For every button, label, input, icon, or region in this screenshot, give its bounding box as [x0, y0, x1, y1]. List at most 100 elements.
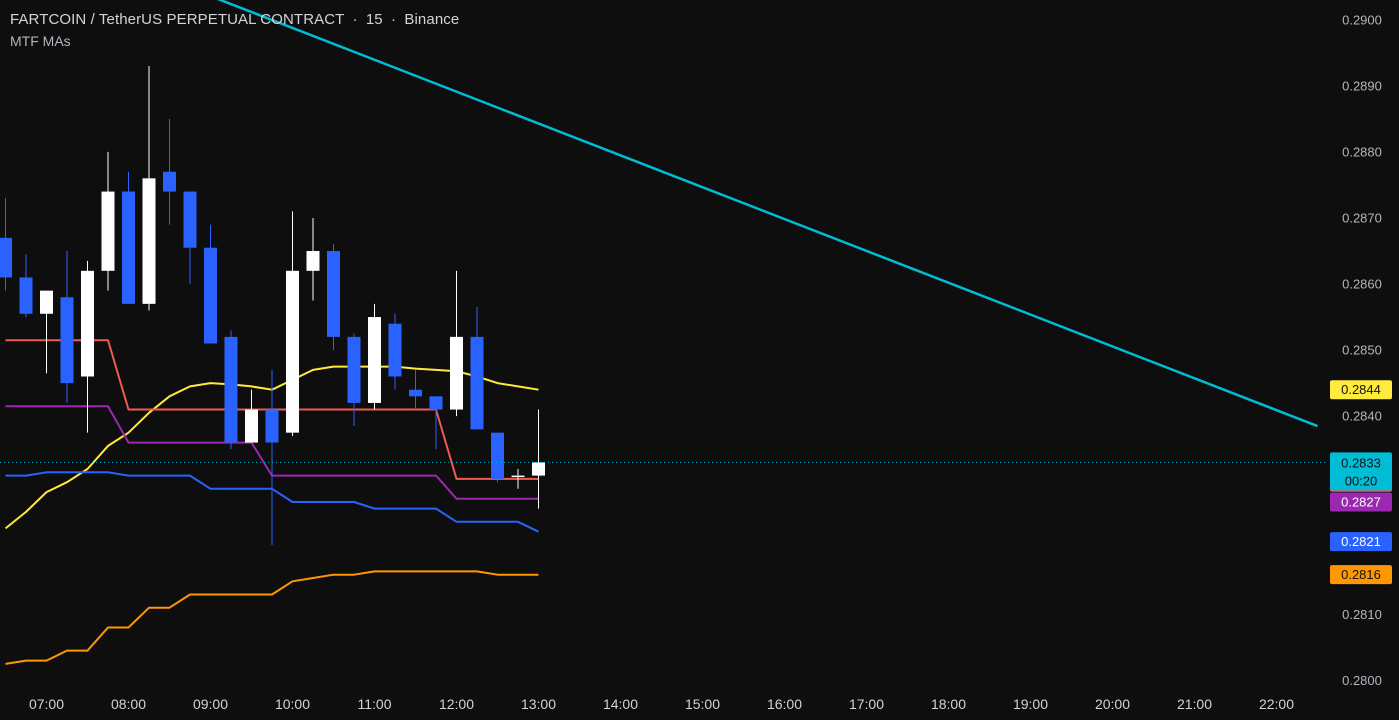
time-tick-label: 16:00: [767, 696, 802, 712]
candle-body: [19, 277, 33, 314]
candle: [306, 217, 320, 301]
time-tick-label: 15:00: [685, 696, 720, 712]
candle-body: [224, 336, 238, 443]
candle-body: [429, 396, 443, 410]
candle-body: [245, 409, 258, 443]
candle-body: [183, 191, 197, 248]
candle: [101, 151, 115, 291]
candle: [470, 307, 484, 430]
price-label: 0.2827: [1330, 492, 1392, 512]
price-tick-label: 0.2890: [1342, 78, 1382, 93]
time-tick-label: 17:00: [849, 696, 884, 712]
time-axis[interactable]: 07:00 08:00 09:00 10:00 11:00 12:00 13:00 14:00…: [29, 696, 1294, 712]
candle: [532, 409, 545, 509]
price-label: 0.2844: [1330, 380, 1392, 400]
price-tick-label: 0.2880: [1342, 144, 1382, 159]
ma-line-5: [5, 570, 539, 665]
time-tick-label: 11:00: [358, 696, 392, 712]
candle-body: [450, 336, 463, 410]
time-tick-label: 14:00: [603, 696, 638, 712]
symbol-name[interactable]: FARTCOIN / TetherUS PERPETUAL CONTRACT: [10, 11, 344, 28]
time-tick-label: 19:00: [1013, 696, 1048, 712]
last-price-value: 0.2833: [1341, 455, 1381, 470]
price-tick-label: 0.2840: [1342, 409, 1382, 424]
time-tick-label: 13:00: [521, 696, 556, 712]
candle-body: [122, 191, 135, 304]
price-tick-label: 0.2870: [1342, 210, 1382, 225]
candle: [327, 244, 340, 351]
candle: [19, 254, 33, 318]
candle: [245, 389, 258, 443]
candle: [142, 66, 156, 311]
candle: [347, 333, 361, 427]
price-tick-label: 0.2850: [1342, 343, 1382, 358]
header-separator-2: ·: [391, 11, 397, 28]
candle-body: [286, 270, 299, 433]
candle: [163, 118, 176, 225]
price-tick-label: 0.2810: [1342, 607, 1382, 622]
candle-countdown: 00:20: [1345, 473, 1378, 488]
candle: [204, 224, 217, 344]
price-chart[interactable]: 0.2900 0.2890 0.2880 0.2870 0.2860 0.2850 0.28…: [0, 0, 1399, 720]
candle-body: [265, 409, 279, 443]
time-tick-label: 12:00: [439, 696, 474, 712]
time-tick-label: 20:00: [1095, 696, 1130, 712]
price-label: 0.2816: [1330, 565, 1392, 585]
candle-body: [204, 247, 217, 344]
candle-body: [142, 178, 156, 304]
candle-body: [163, 171, 176, 192]
candle-body: [347, 336, 361, 403]
header-separator: ·: [352, 11, 358, 28]
candle-body: [306, 251, 320, 271]
candle-body: [101, 191, 115, 271]
candle: [60, 251, 74, 403]
candle: [409, 369, 422, 410]
candle: [368, 303, 381, 410]
candle: [265, 369, 279, 545]
candle-body: [491, 432, 504, 479]
price-label: 0.2821: [1330, 532, 1392, 552]
candle: [224, 330, 238, 450]
exchange-label: Binance: [404, 11, 460, 28]
candle: [122, 171, 135, 304]
candle: [183, 191, 197, 285]
candle: [40, 290, 53, 374]
candle-body: [0, 237, 12, 278]
interval-label[interactable]: 15: [366, 11, 383, 28]
time-tick-label: 09:00: [193, 696, 228, 712]
candle-body: [60, 297, 74, 384]
price-label-text: 0.2821: [1341, 534, 1381, 549]
last-price-label: 0.2833 00:20: [1330, 452, 1392, 491]
candle: [450, 270, 463, 417]
candle-body: [511, 475, 525, 478]
time-tick-label: 07:00: [29, 696, 64, 712]
candle: [388, 313, 402, 390]
price-label-text: 0.2827: [1341, 495, 1381, 510]
candle: [0, 198, 12, 291]
candle-body: [409, 389, 422, 397]
time-tick-label: 21:00: [1177, 696, 1212, 712]
trendline-layer: [170, 0, 1318, 428]
price-tick-label: 0.2860: [1342, 277, 1382, 292]
candle: [286, 211, 299, 436]
time-tick-label: 10:00: [275, 696, 310, 712]
price-axis[interactable]: 0.2900 0.2890 0.2880 0.2870 0.2860 0.2850 0.28…: [1342, 12, 1382, 688]
symbol-header[interactable]: FARTCOIN / TetherUS PERPETUAL CONTRACT ·…: [10, 11, 459, 28]
candle-body: [327, 251, 340, 337]
candle: [491, 432, 504, 483]
price-tick-label: 0.2800: [1342, 673, 1382, 688]
trendline[interactable]: [170, 0, 1318, 428]
candle-body: [40, 290, 53, 314]
candle-body: [388, 323, 402, 377]
indicator-legend[interactable]: MTF MAs: [10, 33, 71, 49]
candle-body: [470, 336, 484, 430]
time-tick-label: 08:00: [111, 696, 146, 712]
time-tick-label: 18:00: [931, 696, 966, 712]
candle-body: [368, 317, 381, 403]
candle-body: [81, 270, 94, 377]
candle-body: [532, 462, 545, 476]
time-tick-label: 22:00: [1259, 696, 1294, 712]
price-label-text: 0.2844: [1341, 382, 1381, 397]
price-label-text: 0.2816: [1341, 567, 1381, 582]
price-tick-label: 0.2900: [1342, 12, 1382, 27]
